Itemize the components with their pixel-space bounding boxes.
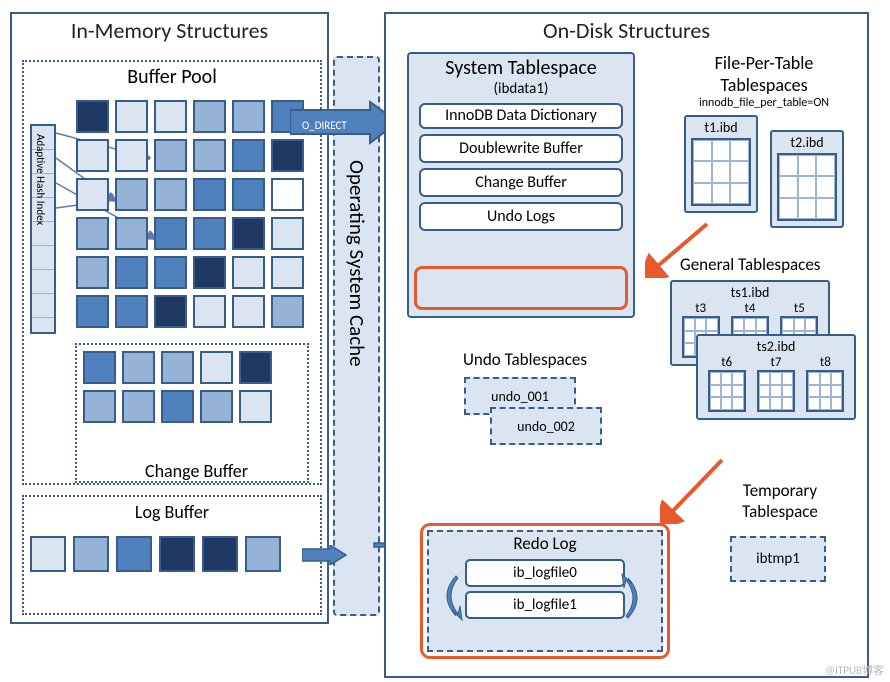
table-grid-icon (777, 153, 837, 221)
ts1-t5: t5 (794, 301, 805, 316)
file-per-table-group: File-Per-TableTablespaces innodb_file_pe… (664, 52, 864, 110)
undo-002-file: undo_002 (490, 407, 602, 445)
table-grid-icon (708, 370, 746, 412)
t1-ibd-label: t1.ibd (690, 119, 752, 136)
table-grid-icon (806, 370, 844, 412)
innodb-data-dictionary: InnoDB Data Dictionary (419, 103, 623, 129)
o-direct-label: O_DIRECT (302, 119, 347, 132)
system-tablespace-subtitle: (ibdata1) (409, 80, 633, 98)
log-buffer-grid (30, 536, 281, 572)
table-grid-icon (757, 370, 795, 412)
ts2-ibd-label: ts2.ibd (702, 338, 850, 355)
t2-ibd-label: t2.ibd (776, 134, 838, 151)
redo-cycle-arrow-left (434, 572, 464, 627)
ts2-ibd-file: ts2.ibd t6 t7 t8 (696, 334, 856, 420)
file-per-table-subtitle: innodb_file_per_table=ON (664, 96, 864, 110)
annotation-arrow-undo (645, 218, 715, 283)
temporary-tablespace-title: TemporaryTablespace (720, 480, 840, 522)
change-buffer-disk: Change Buffer (419, 168, 623, 197)
doublewrite-buffer: Doublewrite Buffer (419, 134, 623, 163)
change-buffer-grid (83, 351, 272, 423)
table-grid-icon (691, 138, 751, 206)
system-tablespace-title: System Tablespace (409, 54, 633, 80)
buffer-pool-title: Buffer Pool (24, 62, 320, 92)
redo-cycle-arrow-right (620, 572, 650, 627)
ts2-t6: t6 (721, 355, 732, 370)
watermark: @ITPUB博客 (825, 662, 884, 678)
file-per-table-title: File-Per-TableTablespaces (664, 52, 864, 96)
adaptive-hash-index-label: Adaptive Hash Index (34, 134, 47, 225)
ts1-t3: t3 (695, 301, 706, 316)
ts2-t8: t8 (820, 355, 831, 370)
innodb-architecture-diagram: In-Memory Structures Buffer Pool Adaptiv… (0, 0, 890, 682)
buffer-pool-grid (76, 100, 304, 328)
ibtmp1-file: ibtmp1 (730, 536, 826, 582)
log-buffer-title: Log Buffer (24, 497, 320, 527)
in-memory-title: In-Memory Structures (12, 14, 327, 47)
change-buffer-label: Change Buffer (145, 460, 248, 482)
undo-tablespaces-title: Undo Tablespaces (463, 349, 587, 370)
t1-ibd-file: t1.ibd (684, 115, 758, 213)
ts1-t4: t4 (745, 301, 756, 316)
ts2-t7: t7 (771, 355, 782, 370)
ts1-ibd-label: ts1.ibd (676, 284, 824, 301)
undo-logs-highlight (414, 266, 628, 310)
annotation-arrow-redo (660, 454, 730, 529)
t2-ibd-file: t2.ibd (770, 130, 844, 228)
undo-logs: Undo Logs (419, 202, 623, 231)
on-disk-title: On-Disk Structures (386, 14, 867, 47)
log-to-cache-arrow (302, 545, 347, 570)
os-cache-label: Operating System Cache (344, 160, 370, 367)
innodb-data-dictionary-label: InnoDB Data Dictionary (421, 107, 621, 125)
